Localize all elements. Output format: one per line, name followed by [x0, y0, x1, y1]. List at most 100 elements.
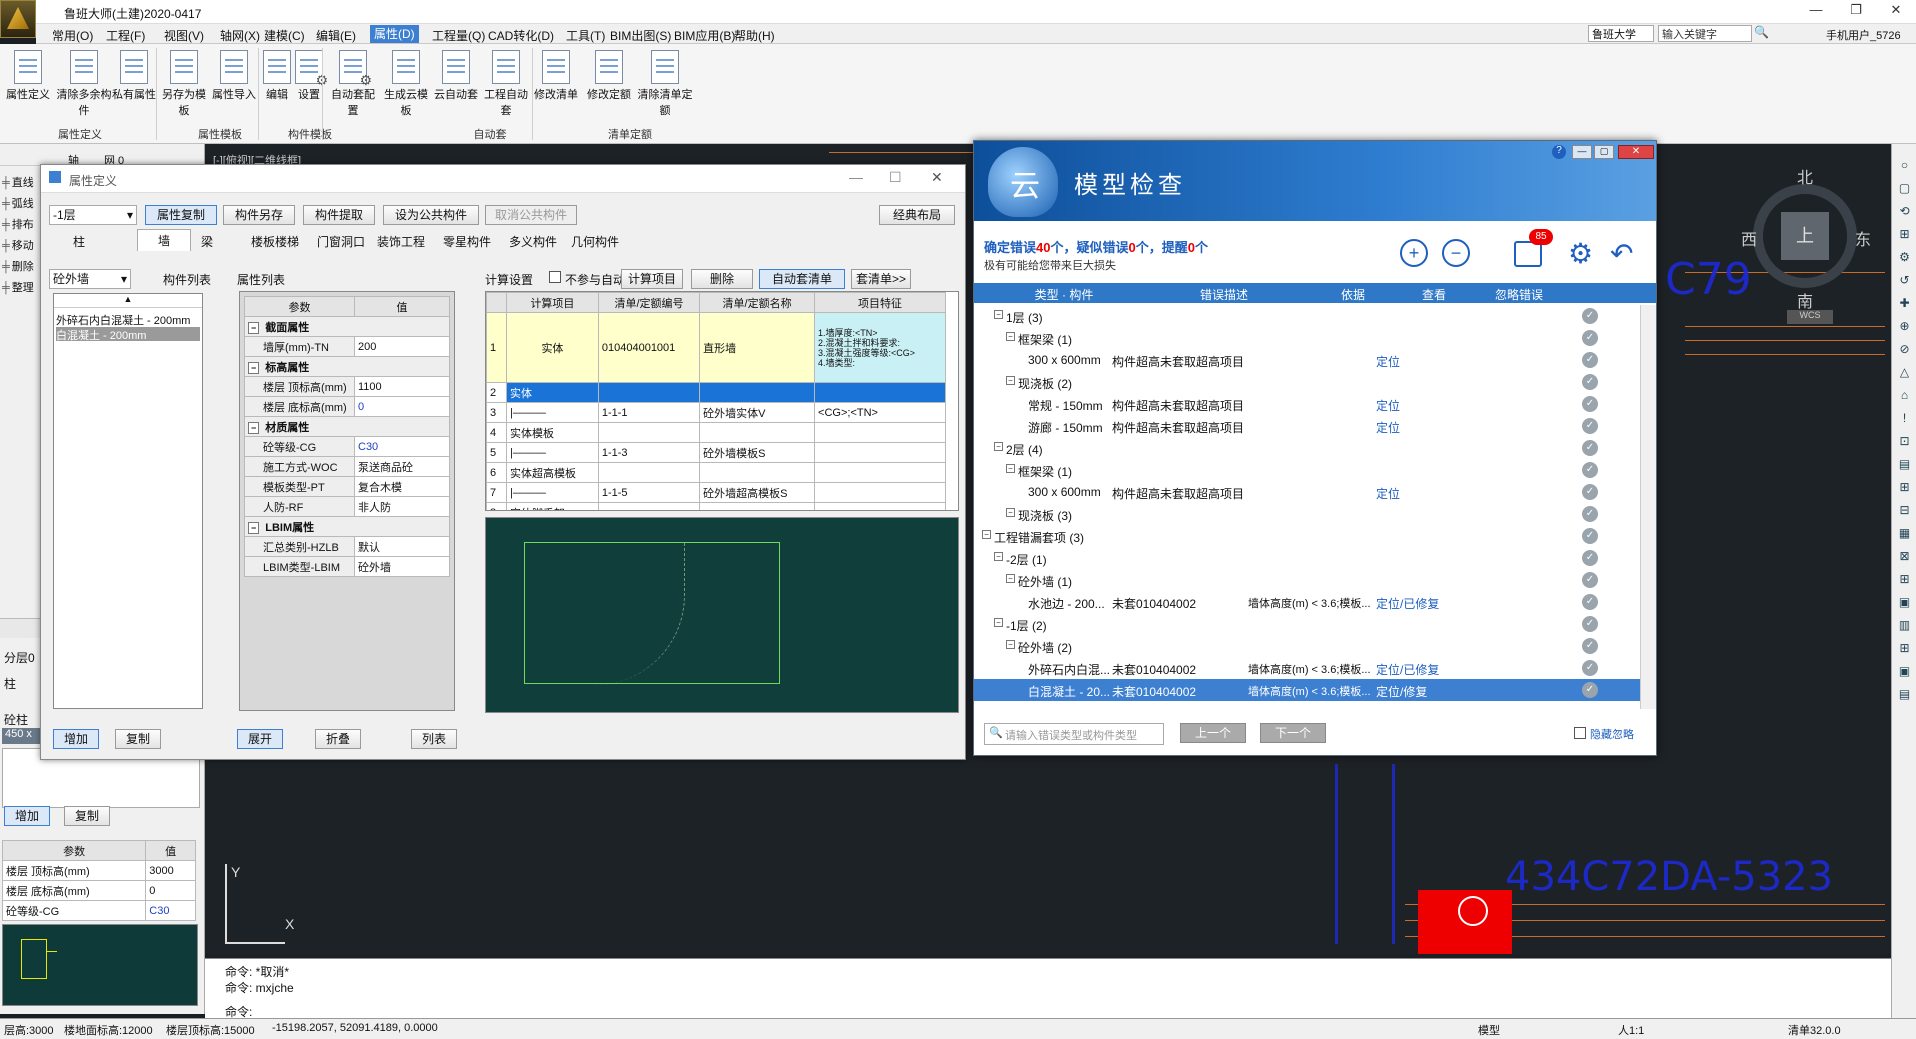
right-tool-icon[interactable]: ▦	[1896, 526, 1913, 543]
prev-button[interactable]: 上一个	[1180, 723, 1246, 743]
menu-item[interactable]: 工具(T)	[566, 27, 605, 44]
tree-row[interactable]: − 框架梁 (1) ✓	[974, 459, 1640, 481]
property-value[interactable]: 200	[354, 336, 450, 357]
calc-cell[interactable]: 1-1-5	[597, 482, 701, 503]
right-tool-icon[interactable]: ⊞	[1896, 227, 1913, 244]
param-value[interactable]: C30	[145, 900, 196, 921]
property-row[interactable]: 墙厚(mm)-TN 200	[244, 336, 450, 357]
right-tool-icon[interactable]: ○	[1896, 158, 1913, 175]
param-value[interactable]: 0	[145, 880, 196, 901]
expand-icon[interactable]: −	[1006, 574, 1015, 583]
calc-cell[interactable]: 010404001001	[597, 312, 701, 383]
wcs-label[interactable]: WCS	[1787, 310, 1833, 324]
tree-row[interactable]: 300 x 600mm 构件超高未套取超高项目 定位 ✓	[974, 349, 1640, 371]
minimize-button[interactable]: —	[1796, 2, 1836, 22]
menu-item[interactable]: 建模(C)	[264, 27, 305, 44]
expand-icon[interactable]: −	[1006, 332, 1015, 341]
search-scope-select[interactable]: 鲁班大学	[1588, 25, 1654, 42]
ignore-check-icon[interactable]: ✓	[1582, 528, 1598, 544]
restore-button[interactable]: ❐	[1836, 2, 1876, 22]
mc-column-header[interactable]: 查看	[1394, 286, 1474, 303]
property-value[interactable]: 1100	[354, 376, 450, 397]
menu-item[interactable]: 帮助(H)	[734, 27, 775, 44]
calc-cell[interactable]: 砼外墙模板S	[699, 442, 816, 463]
property-row[interactable]: 人防-RF 非人防	[244, 496, 450, 517]
status-list[interactable]: 清单32.0.0	[1788, 1022, 1841, 1038]
calc-cell[interactable]	[814, 422, 946, 443]
component-tab[interactable]: 零星构件	[443, 233, 491, 250]
settings-gear-icon[interactable]: ⚙	[1568, 237, 1593, 270]
menu-item[interactable]: 轴网(X)	[220, 27, 260, 44]
ribbon-button[interactable]: 属性导入	[210, 50, 258, 102]
ribbon-button[interactable]: 工程自动套	[482, 50, 530, 118]
right-tool-icon[interactable]: ▥	[1896, 618, 1913, 635]
calc-row[interactable]: 8实体脚手架	[486, 502, 946, 510]
component-item[interactable]: 外碎石内白混凝土 - 200mm	[56, 312, 200, 328]
menu-item[interactable]: 工程量(Q)	[432, 27, 485, 44]
calc-row[interactable]: 5 |——— 1-1-3 砼外墙模板S	[486, 442, 946, 463]
mc-column-header[interactable]: 依据	[1298, 286, 1408, 303]
left-tool[interactable]: ╪ 直线	[2, 174, 40, 194]
prop-bottom-button[interactable]: 折叠	[315, 729, 361, 749]
expand-icon[interactable]: −	[994, 310, 1003, 319]
expand-icon[interactable]: −	[994, 552, 1003, 561]
right-tool-icon[interactable]: ⌂	[1896, 388, 1913, 405]
calc-cell[interactable]	[814, 482, 946, 503]
collapse-icon[interactable]: −	[248, 361, 260, 374]
component-tab[interactable]: 门窗洞口	[317, 233, 365, 250]
viewcube-top[interactable]: 上	[1781, 212, 1829, 260]
property-value[interactable]: 泵送商品砼	[354, 456, 450, 477]
calc-cell[interactable]: 实体超高模板	[506, 462, 599, 483]
mc-column-header[interactable]: 错误描述	[1164, 286, 1284, 303]
right-tool-icon[interactable]: △	[1896, 365, 1913, 382]
calc-cell[interactable]	[699, 422, 816, 443]
prop-bottom-button[interactable]: 展开	[237, 729, 283, 749]
prop-button[interactable]: 经典布局	[879, 205, 955, 225]
property-group[interactable]: − 材质属性	[244, 416, 450, 437]
menu-item[interactable]: 常用(O)	[52, 27, 93, 44]
calc-cell[interactable]: 直形墙	[699, 312, 816, 383]
calc-cell[interactable]	[814, 382, 946, 403]
tree-row[interactable]: − 砼外墙 (1) ✓	[974, 569, 1640, 591]
prop-button[interactable]: 设为公共构件	[383, 205, 479, 225]
tree-row[interactable]: 常规 - 150mm 构件超高未套取超高项目 定位 ✓	[974, 393, 1640, 415]
collapse-icon[interactable]: −	[248, 521, 260, 534]
calc-button[interactable]: 删除	[691, 269, 753, 289]
right-tool-icon[interactable]: ⊕	[1896, 319, 1913, 336]
left-tool[interactable]: ╪ 排布	[2, 216, 40, 236]
property-value[interactable]: 0	[354, 396, 450, 417]
calc-cell[interactable]: 1.墙厚度:<TN> 2.混凝土拌和料要求: 3.混凝土强度等级:<CG> 4.…	[814, 312, 946, 383]
right-tool-icon[interactable]: ⊞	[1896, 480, 1913, 497]
right-tool-icon[interactable]: ▣	[1896, 664, 1913, 681]
tree-row[interactable]: 300 x 600mm 构件超高未套取超高项目 定位 ✓	[974, 481, 1640, 503]
component-tab[interactable]: 梁	[201, 233, 213, 250]
calc-cell[interactable]: <CG>;<TN>	[814, 402, 946, 423]
menu-item[interactable]: 视图(V)	[164, 27, 204, 44]
ignore-check-icon[interactable]: ✓	[1582, 308, 1598, 324]
tree-row[interactable]: − 现浇板 (2) ✓	[974, 371, 1640, 393]
ignore-check-icon[interactable]: ✓	[1582, 550, 1598, 566]
calc-cell[interactable]	[814, 502, 946, 510]
ignore-check-icon[interactable]: ✓	[1582, 616, 1598, 632]
left-copy-button[interactable]: 复制	[64, 806, 110, 826]
left-tool[interactable]: ╪ 弧线	[2, 195, 40, 215]
property-row[interactable]: 模板类型-PT 复合木模	[244, 476, 450, 497]
right-tool-icon[interactable]: ▤	[1896, 687, 1913, 704]
calc-cell[interactable]	[699, 502, 816, 510]
ignore-check-icon[interactable]: ✓	[1582, 330, 1598, 346]
param-value[interactable]: 3000	[145, 860, 196, 881]
hide-ignored-checkbox[interactable]	[1574, 727, 1586, 739]
ignore-check-icon[interactable]: ✓	[1582, 594, 1598, 610]
right-tool-icon[interactable]: ⊟	[1896, 503, 1913, 520]
menu-item[interactable]: 编辑(E)	[316, 27, 356, 44]
prop-bottom-button[interactable]: 列表	[411, 729, 457, 749]
search-icon[interactable]: 🔍	[1754, 25, 1769, 39]
mc-column-header[interactable]: 类型 · 构件	[1014, 286, 1114, 303]
mc-scrollbar[interactable]	[1640, 305, 1656, 709]
compass-west[interactable]: 西	[1741, 226, 1757, 250]
tree-row[interactable]: −1层 (3) ✓	[974, 305, 1640, 327]
calc-cell[interactable]	[814, 442, 946, 463]
ignore-check-icon[interactable]: ✓	[1582, 484, 1598, 500]
calc-cell[interactable]: |———	[506, 482, 599, 503]
property-value[interactable]: 砼外墙	[354, 556, 450, 577]
